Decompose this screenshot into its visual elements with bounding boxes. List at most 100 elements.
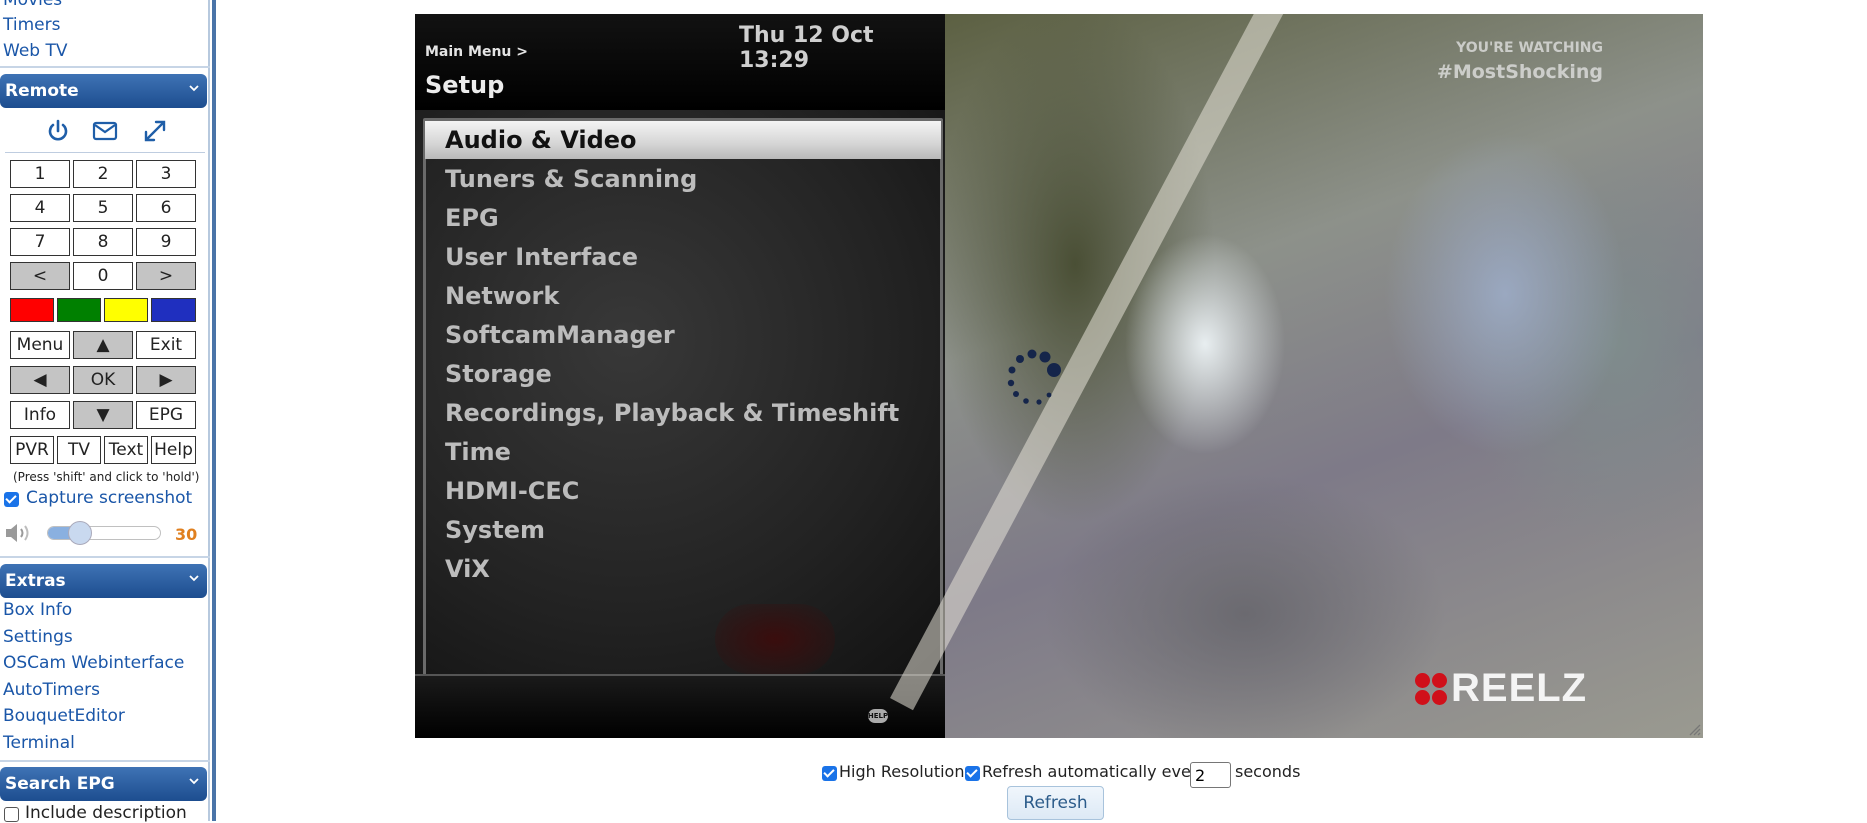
volume-slider-handle[interactable] bbox=[68, 521, 92, 545]
volume-value: 30 bbox=[175, 525, 198, 544]
extras-link-oscam-webinterface[interactable]: OSCam Webinterface bbox=[3, 653, 184, 673]
remote-key-9[interactable]: 9 bbox=[136, 228, 196, 256]
sidebar-divider bbox=[208, 0, 210, 821]
osd-menu-item: Network bbox=[445, 282, 560, 310]
remote-key-next[interactable]: > bbox=[136, 262, 196, 290]
remote-key-prev[interactable]: < bbox=[10, 262, 70, 290]
extras-link-autotimers[interactable]: AutoTimers bbox=[3, 680, 100, 700]
remote-key-pvr[interactable]: PVR bbox=[10, 436, 54, 464]
refresh-auto-label[interactable]: Refresh automatically every bbox=[982, 762, 1207, 781]
channel-logo-mark bbox=[1415, 672, 1447, 705]
chevron-down-icon bbox=[189, 778, 199, 785]
sidebar-edge bbox=[212, 0, 216, 821]
remote-key-tv[interactable]: TV bbox=[57, 436, 101, 464]
remote-key-text[interactable]: Text bbox=[104, 436, 148, 464]
section-divider bbox=[0, 66, 210, 68]
osd-menu-item: User Interface bbox=[445, 243, 638, 271]
video-watermark-line2: #MostShocking bbox=[1436, 61, 1603, 83]
osd-menu-frame bbox=[423, 118, 943, 678]
remote-key-4[interactable]: 4 bbox=[10, 194, 70, 222]
search-epg-section-header[interactable]: Search EPG bbox=[0, 767, 207, 801]
capture-screenshot-checkbox[interactable] bbox=[4, 492, 19, 507]
sidebar-link-timers[interactable]: Timers bbox=[3, 15, 60, 35]
remote-key-7[interactable]: 7 bbox=[10, 228, 70, 256]
remote-key-menu[interactable]: Menu bbox=[10, 331, 70, 359]
remote-section-title: Remote bbox=[5, 81, 79, 101]
remote-key-epg[interactable]: EPG bbox=[136, 401, 196, 429]
section-divider bbox=[0, 760, 210, 762]
remote-key-up[interactable]: ▲ bbox=[73, 331, 133, 359]
remote-key-exit[interactable]: Exit bbox=[136, 331, 196, 359]
osd-menu-item: Time bbox=[445, 438, 511, 466]
sidebar-link-web-tv[interactable]: Web TV bbox=[3, 41, 67, 61]
resize-grip-icon[interactable] bbox=[1687, 722, 1701, 736]
section-divider bbox=[5, 152, 205, 153]
video-watermark-line1: YOU'RE WATCHING bbox=[1456, 40, 1603, 56]
remote-key-3[interactable]: 3 bbox=[136, 160, 196, 188]
osd-breadcrumb: Main Menu > bbox=[425, 44, 528, 60]
sidebar: Movies Timers Web TV Remote 1 2 3 4 5 6 … bbox=[0, 0, 222, 823]
include-description-label[interactable]: Include description bbox=[25, 803, 187, 823]
remote-key-ok[interactable]: OK bbox=[73, 366, 133, 394]
search-epg-section-title: Search EPG bbox=[5, 774, 115, 794]
high-resolution-checkbox[interactable] bbox=[822, 766, 837, 781]
remote-section-header[interactable]: Remote bbox=[0, 74, 207, 108]
remote-key-5[interactable]: 5 bbox=[73, 194, 133, 222]
remote-key-red[interactable] bbox=[10, 298, 54, 322]
remote-key-1[interactable]: 1 bbox=[10, 160, 70, 188]
refresh-interval-input[interactable] bbox=[1190, 762, 1231, 788]
osd-footer bbox=[415, 674, 945, 738]
chevron-down-icon bbox=[189, 85, 199, 92]
fullscreen-icon[interactable] bbox=[142, 118, 168, 144]
extras-section-title: Extras bbox=[5, 571, 66, 591]
extras-link-terminal[interactable]: Terminal bbox=[3, 733, 75, 753]
osd-menu-item: Recordings, Playback & Timeshift bbox=[445, 399, 900, 427]
osd-menu-pane: Thu 12 Oct 13:29 Main Menu > Setup Audio… bbox=[415, 14, 945, 738]
volume-slider[interactable] bbox=[47, 526, 161, 540]
remote-key-2[interactable]: 2 bbox=[73, 160, 133, 188]
refresh-auto-checkbox[interactable] bbox=[965, 766, 980, 781]
extras-link-box-info[interactable]: Box Info bbox=[3, 600, 72, 620]
high-resolution-label[interactable]: High Resolution bbox=[839, 762, 964, 781]
remote-key-info[interactable]: Info bbox=[10, 401, 70, 429]
remote-key-yellow[interactable] bbox=[104, 298, 148, 322]
sidebar-link-movies[interactable]: Movies bbox=[3, 0, 62, 10]
osd-menu-item: Audio & Video bbox=[445, 126, 637, 154]
chevron-down-icon bbox=[189, 575, 199, 582]
osd-clock: Thu 12 Oct 13:29 bbox=[739, 23, 874, 73]
section-divider bbox=[0, 556, 210, 558]
power-icon[interactable] bbox=[45, 118, 71, 144]
extras-section-header[interactable]: Extras bbox=[0, 564, 207, 598]
capture-screenshot-label[interactable]: Capture screenshot bbox=[26, 488, 192, 508]
osd-header: Thu 12 Oct 13:29 Main Menu > Setup bbox=[415, 14, 945, 110]
loading-spinner-icon bbox=[1007, 349, 1061, 405]
remote-key-6[interactable]: 6 bbox=[136, 194, 196, 222]
osd-menu-item: Tuners & Scanning bbox=[445, 165, 698, 193]
mail-icon[interactable] bbox=[92, 118, 118, 144]
remote-hold-hint: (Press 'shift' and click to 'hold') bbox=[13, 470, 200, 484]
remote-key-0[interactable]: 0 bbox=[73, 262, 133, 290]
remote-key-green[interactable] bbox=[57, 298, 101, 322]
extras-link-settings[interactable]: Settings bbox=[3, 627, 73, 647]
osd-title: Setup bbox=[425, 71, 505, 99]
osd-menu-item: SoftcamManager bbox=[445, 321, 675, 349]
remote-key-blue[interactable] bbox=[151, 298, 196, 322]
speaker-icon[interactable] bbox=[3, 520, 35, 546]
osd-menu-item: ViX bbox=[445, 555, 490, 583]
channel-logo-text: REELZ bbox=[1451, 666, 1588, 710]
remote-key-help[interactable]: Help bbox=[151, 436, 196, 464]
seconds-label: seconds bbox=[1235, 762, 1301, 781]
osd-menu-item: Storage bbox=[445, 360, 552, 388]
osd-menu-item: HDMI-CEC bbox=[445, 477, 580, 505]
include-description-checkbox[interactable] bbox=[4, 807, 19, 822]
extras-link-bouqueteditor[interactable]: BouquetEditor bbox=[3, 706, 125, 726]
remote-key-8[interactable]: 8 bbox=[73, 228, 133, 256]
refresh-button[interactable]: Refresh bbox=[1007, 786, 1104, 820]
osd-menu-item: System bbox=[445, 516, 545, 544]
remote-key-right[interactable]: ▶ bbox=[136, 366, 196, 394]
remote-key-left[interactable]: ◀ bbox=[10, 366, 70, 394]
channel-logo: REELZ bbox=[1415, 666, 1587, 711]
osd-menu-item: EPG bbox=[445, 204, 499, 232]
help-badge: HELP bbox=[868, 709, 888, 723]
remote-key-down[interactable]: ▼ bbox=[73, 401, 133, 429]
